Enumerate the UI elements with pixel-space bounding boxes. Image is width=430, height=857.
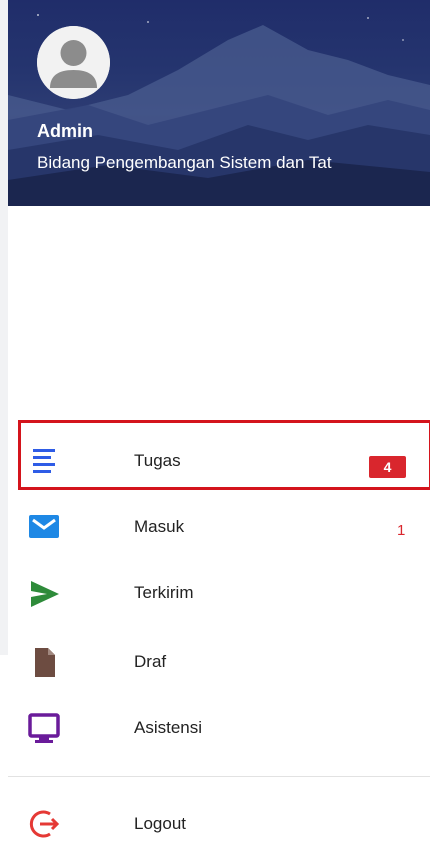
navigation-drawer: Admin Bidang Pengembangan Sistem dan Tat… bbox=[0, 0, 430, 838]
send-arrow-icon bbox=[31, 581, 59, 607]
menu-divider bbox=[8, 776, 430, 777]
monitor-icon bbox=[28, 713, 60, 743]
logout-icon bbox=[29, 810, 60, 838]
document-icon bbox=[35, 648, 55, 677]
envelope-icon bbox=[29, 515, 59, 538]
menu-item-label: Tugas bbox=[134, 451, 181, 470]
menu-item-masuk[interactable]: Masuk 1 bbox=[8, 494, 430, 560]
profile-header: Admin Bidang Pengembangan Sistem dan Tat bbox=[8, 0, 430, 206]
menu-item-label: Asistensi bbox=[134, 718, 203, 737]
user-department: Bidang Pengembangan Sistem dan Tat bbox=[37, 153, 332, 172]
inbox-count-badge: 1 bbox=[397, 522, 406, 539]
menu-item-logout[interactable]: Logout bbox=[8, 791, 430, 857]
avatar[interactable] bbox=[37, 26, 110, 99]
task-count-badge: 4 bbox=[369, 456, 406, 478]
user-name: Admin bbox=[37, 121, 93, 141]
menu-item-asistensi[interactable]: Asistensi bbox=[8, 695, 430, 761]
menu-item-label: Terkirim bbox=[134, 583, 194, 602]
menu-item-terkirim[interactable]: Terkirim bbox=[8, 560, 430, 626]
menu-item-tugas[interactable]: Tugas 4 bbox=[8, 428, 430, 494]
menu-item-label: Masuk bbox=[134, 517, 185, 536]
menu-item-label: Logout bbox=[134, 814, 186, 833]
menu-item-label: Draf bbox=[134, 652, 167, 671]
user-silhouette-icon bbox=[37, 26, 110, 99]
list-lines-icon bbox=[33, 449, 55, 473]
menu-item-draf[interactable]: Draf bbox=[8, 629, 430, 695]
